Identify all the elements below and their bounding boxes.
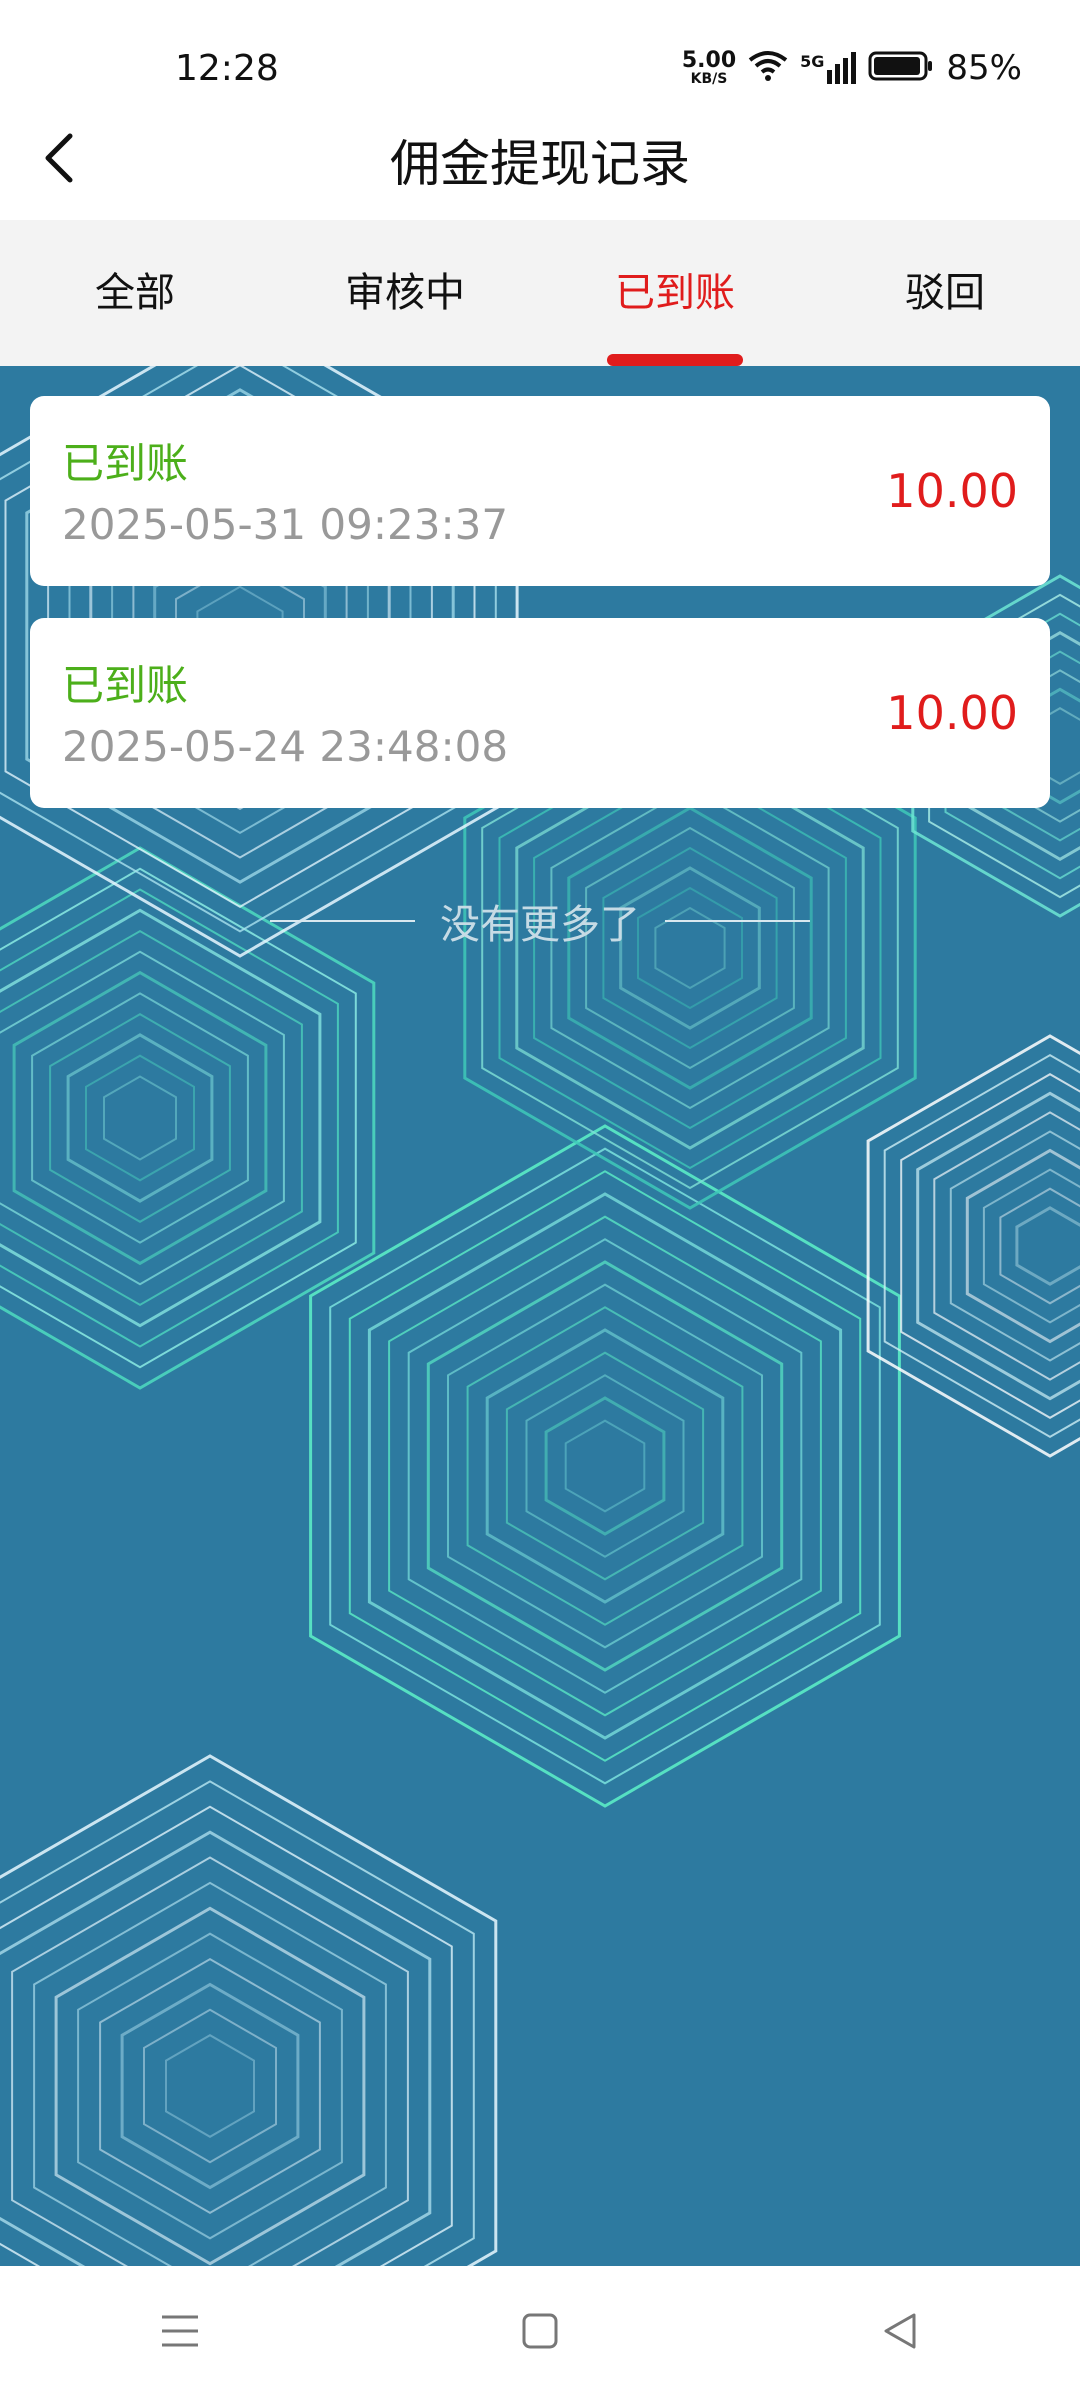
hexagon-decoration	[933, 1111, 1080, 1381]
hexagon-decoration	[982, 1168, 1080, 1324]
hexagon-decoration	[99, 1957, 321, 2215]
tab-label: 驳回	[905, 270, 985, 316]
battery-icon	[868, 50, 934, 86]
hexagon-decoration	[0, 908, 322, 1328]
hexagon-decoration	[916, 1091, 1080, 1401]
no-more-text: 没有更多了	[440, 902, 640, 948]
hexagon-decoration	[103, 1075, 177, 1161]
hexagon-decoration	[120, 1982, 300, 2190]
status-icons: 5.00 KB/S 5G 85%	[682, 48, 1022, 88]
hexagon-decoration	[426, 1260, 784, 1672]
hexagon-decoration	[31, 992, 249, 1244]
record-card[interactable]: 已到账 2025-05-31 09:23:37 10.00	[30, 396, 1050, 586]
hexagon-decoration	[525, 1374, 685, 1558]
hexagon-decoration	[1015, 1206, 1080, 1286]
hexagon-decoration	[0, 1805, 453, 2266]
menu-icon	[160, 2313, 200, 2353]
tab-indicator	[607, 354, 743, 366]
record-time: 2025-05-24 23:48:08	[62, 722, 509, 771]
tab-label: 全部	[95, 270, 175, 316]
system-nav-bar	[0, 2266, 1080, 2400]
hexagon-decoration	[143, 2008, 277, 2164]
hexagon-decoration	[544, 1396, 666, 1536]
no-more-indicator: 没有更多了	[0, 892, 1080, 950]
hexagon-decoration	[309, 1124, 901, 1808]
hexagon-decoration	[388, 1215, 822, 1717]
hexagon-decoration	[11, 1856, 409, 2266]
record-time: 2025-05-31 09:23:37	[62, 500, 509, 549]
hexagon-decoration	[447, 1283, 763, 1649]
hexagon-decoration	[466, 1306, 744, 1626]
back-triangle-icon	[880, 2311, 920, 2355]
net-speed-value: 5.00	[681, 48, 737, 73]
hexagon-decoration	[0, 950, 285, 1286]
hexagon-decoration	[66, 1033, 214, 1203]
hexagon-decoration	[0, 1754, 498, 2266]
nav-bar: 佣金提现记录	[0, 100, 1080, 220]
divider-line	[665, 920, 811, 922]
net-speed-unit: KB/S	[690, 71, 728, 87]
record-amount: 10.00	[886, 464, 1018, 518]
hexagon-decoration	[0, 1780, 475, 2266]
tab-label: 审核中	[345, 270, 465, 316]
tab-received[interactable]: 已到账	[540, 220, 810, 366]
content-area: 已到账 2025-05-31 09:23:37 10.00 已到账 2025-0…	[0, 366, 1080, 2266]
hexagon-decoration	[33, 1881, 387, 2266]
status-time: 12:28	[175, 48, 279, 89]
hexagon-decoration	[505, 1351, 705, 1581]
divider-line	[269, 920, 415, 922]
hexagon-decoration	[329, 1147, 881, 1785]
hexagon-decoration	[12, 970, 268, 1266]
back-nav-button[interactable]	[855, 2288, 945, 2378]
hexagon-decoration	[165, 2034, 255, 2138]
home-square-icon	[520, 2311, 560, 2355]
record-card[interactable]: 已到账 2025-05-24 23:48:08 10.00	[30, 618, 1050, 808]
signal-label: 5G	[800, 52, 825, 71]
hexagon-decoration	[367, 1192, 843, 1740]
hexagon-decoration	[564, 1419, 646, 1513]
record-amount: 10.00	[886, 686, 1018, 740]
tab-bar: 全部 审核中 已到账 驳回	[0, 220, 1080, 366]
record-status: 已到账	[62, 439, 189, 488]
record-status: 已到账	[62, 661, 189, 710]
cell-signal-icon: 5G	[800, 52, 857, 84]
battery-percent: 85%	[946, 48, 1022, 88]
hexagon-decoration	[999, 1187, 1080, 1305]
hexagon-decoration	[0, 929, 303, 1307]
home-button[interactable]	[495, 2288, 585, 2378]
tab-all[interactable]: 全部	[0, 220, 270, 366]
page-title: 佣金提现记录	[390, 135, 690, 193]
hexagon-decoration	[348, 1170, 862, 1762]
hexagon-decoration	[49, 1013, 231, 1223]
hexagon-decoration	[485, 1328, 725, 1604]
wifi-icon	[748, 50, 788, 86]
menu-button[interactable]	[135, 2288, 225, 2378]
net-speed: 5.00 KB/S	[681, 48, 737, 87]
tab-reviewing[interactable]: 审核中	[270, 220, 540, 366]
tab-label: 已到账	[615, 270, 735, 316]
tab-rejected[interactable]: 驳回	[810, 220, 1080, 366]
hexagon-decoration	[77, 1932, 343, 2240]
hexagon-decoration	[54, 1906, 366, 2266]
hexagon-decoration	[85, 1054, 195, 1182]
